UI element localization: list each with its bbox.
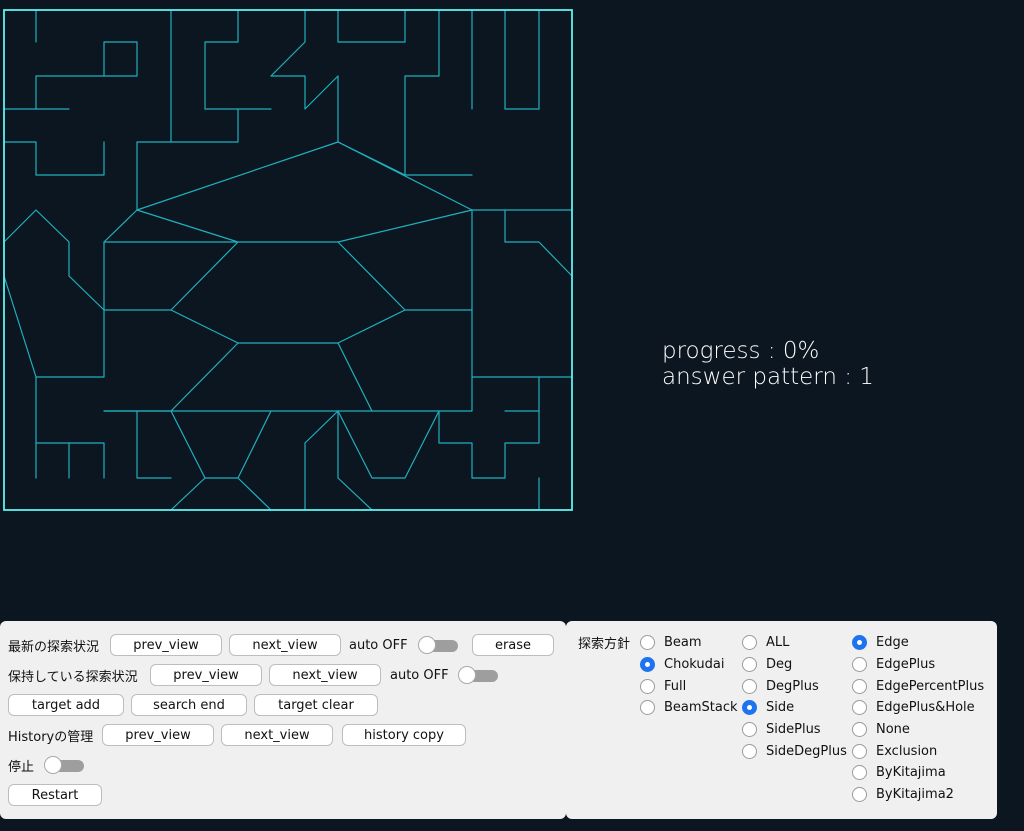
strategy-option-label: Full xyxy=(664,678,687,694)
latest-search-row: 最新の探索状況 prev_view next_view auto OFF era… xyxy=(8,633,564,657)
strategy-option[interactable]: ByKitajima2 xyxy=(852,784,984,806)
heuristic-group: Edge EdgePlus EdgePercentPlus EdgePlus&Hole… xyxy=(852,632,984,806)
strategy-option[interactable]: EdgePercentPlus xyxy=(852,675,984,697)
radio-unchecked-icon[interactable] xyxy=(852,787,867,803)
strategy-option[interactable]: Exclusion xyxy=(852,740,984,762)
radio-unchecked-icon[interactable] xyxy=(742,743,757,759)
erase-button[interactable]: erase xyxy=(472,634,554,656)
stop-row: 停止 xyxy=(8,753,564,777)
radio-unchecked-icon[interactable] xyxy=(852,657,867,673)
radio-unchecked-icon[interactable] xyxy=(640,700,655,716)
strategy-option[interactable]: Beam xyxy=(640,632,738,654)
strategy-option[interactable]: Full xyxy=(640,675,738,697)
strategy-option[interactable]: ByKitajima xyxy=(852,762,984,784)
latest-search-label: 最新の探索状況 xyxy=(8,639,100,655)
strategy-panel: 探索方針 Beam Chokudai Full BeamStack ALL Deg Deg… xyxy=(566,621,997,819)
target-clear-button[interactable]: target clear xyxy=(254,694,378,716)
radio-checked-icon[interactable] xyxy=(640,657,655,673)
saved-prev-view-button[interactable]: prev_view xyxy=(150,664,262,686)
saved-auto-toggle[interactable] xyxy=(458,666,500,684)
search-end-button[interactable]: search end xyxy=(131,694,247,716)
control-panel: 最新の探索状況 prev_view next_view auto OFF era… xyxy=(0,621,566,819)
progress-text: progress : 0% xyxy=(662,338,820,364)
saved-auto-label: auto OFF xyxy=(390,667,449,683)
strategy-option-label: Edge xyxy=(876,635,909,651)
strategy-option-label: ByKitajima xyxy=(876,765,946,781)
answer-pattern-text: answer pattern : 1 xyxy=(662,364,874,390)
latest-prev-view-button[interactable]: prev_view xyxy=(110,634,222,656)
strategy-option[interactable]: EdgePlus xyxy=(852,654,984,676)
status-readout: progress : 0% answer pattern : 1 xyxy=(662,338,874,390)
strategy-option-label: EdgePlus&Hole xyxy=(876,700,975,716)
strategy-option[interactable]: Edge xyxy=(852,632,984,654)
puzzle-frame xyxy=(3,9,573,511)
strategy-option-label: EdgePercentPlus xyxy=(876,678,985,694)
strategy-option[interactable]: Side xyxy=(742,697,847,719)
puzzle-canvas[interactable] xyxy=(0,0,576,514)
latest-next-view-button[interactable]: next_view xyxy=(229,634,341,656)
strategy-option-label: None xyxy=(876,722,910,738)
radio-unchecked-icon[interactable] xyxy=(640,635,655,651)
strategy-option[interactable]: SideDegPlus xyxy=(742,740,847,762)
strategy-option[interactable]: EdgePlus&Hole xyxy=(852,697,984,719)
strategy-option-label: SideDegPlus xyxy=(766,743,847,759)
puzzle-piece-lines xyxy=(3,9,573,511)
saved-next-view-button[interactable]: next_view xyxy=(269,664,381,686)
strategy-option[interactable]: Chokudai xyxy=(640,654,738,676)
strategy-option-label: Chokudai xyxy=(664,657,725,673)
strategy-option-label: BeamStack xyxy=(664,700,738,716)
saved-search-label: 保持している探索状況 xyxy=(8,669,138,685)
history-row: Historyの管理 prev_view next_view history c… xyxy=(8,723,564,747)
radio-unchecked-icon[interactable] xyxy=(852,765,867,781)
restart-row: Restart xyxy=(8,783,564,807)
radio-unchecked-icon[interactable] xyxy=(852,700,867,716)
strategy-option[interactable]: None xyxy=(852,719,984,741)
strategy-option-label: SidePlus xyxy=(766,722,821,738)
strategy-option-label: Beam xyxy=(664,635,702,651)
toggle-knob xyxy=(458,666,476,684)
radio-checked-icon[interactable] xyxy=(742,700,757,716)
search-method-group: Beam Chokudai Full BeamStack xyxy=(640,632,738,719)
radio-unchecked-icon[interactable] xyxy=(742,722,757,738)
strategy-option[interactable]: ALL xyxy=(742,632,847,654)
history-label: Historyの管理 xyxy=(8,729,94,745)
strategy-option-label: Deg xyxy=(766,657,793,673)
history-copy-button[interactable]: history copy xyxy=(342,724,466,746)
stop-toggle[interactable] xyxy=(44,756,86,774)
restart-button[interactable]: Restart xyxy=(8,784,102,806)
strategy-option-label: ALL xyxy=(766,635,790,651)
radio-unchecked-icon[interactable] xyxy=(852,743,867,759)
strategy-option[interactable]: SidePlus xyxy=(742,719,847,741)
history-next-view-button[interactable]: next_view xyxy=(221,724,333,746)
strategy-option[interactable]: BeamStack xyxy=(640,697,738,719)
strategy-option[interactable]: Deg xyxy=(742,654,847,676)
radio-unchecked-icon[interactable] xyxy=(852,678,867,694)
strategy-option-label: DegPlus xyxy=(766,678,819,694)
radio-checked-icon[interactable] xyxy=(852,635,867,651)
target-add-button[interactable]: target add xyxy=(8,694,124,716)
radio-unchecked-icon[interactable] xyxy=(640,678,655,694)
strategy-option-label: Side xyxy=(766,700,795,716)
radio-unchecked-icon[interactable] xyxy=(742,657,757,673)
strategy-option-label: ByKitajima2 xyxy=(876,787,954,803)
saved-search-row: 保持している探索状況 prev_view next_view auto OFF xyxy=(8,663,564,687)
history-prev-view-button[interactable]: prev_view xyxy=(102,724,214,746)
strategy-option-label: Exclusion xyxy=(876,743,938,759)
toggle-knob xyxy=(418,636,436,654)
evaluation-group: ALL Deg DegPlus Side SidePlus SideDegPlus xyxy=(742,632,847,762)
radio-unchecked-icon[interactable] xyxy=(742,635,757,651)
radio-unchecked-icon[interactable] xyxy=(852,722,867,738)
strategy-option-label: EdgePlus xyxy=(876,657,936,673)
latest-auto-label: auto OFF xyxy=(349,637,408,653)
toggle-knob xyxy=(44,756,62,774)
stop-label: 停止 xyxy=(8,759,35,775)
radio-unchecked-icon[interactable] xyxy=(742,678,757,694)
strategy-option[interactable]: DegPlus xyxy=(742,675,847,697)
strategy-heading: 探索方針 xyxy=(578,637,631,652)
target-row: target add search end target clear xyxy=(8,693,564,717)
latest-auto-toggle[interactable] xyxy=(418,636,460,654)
